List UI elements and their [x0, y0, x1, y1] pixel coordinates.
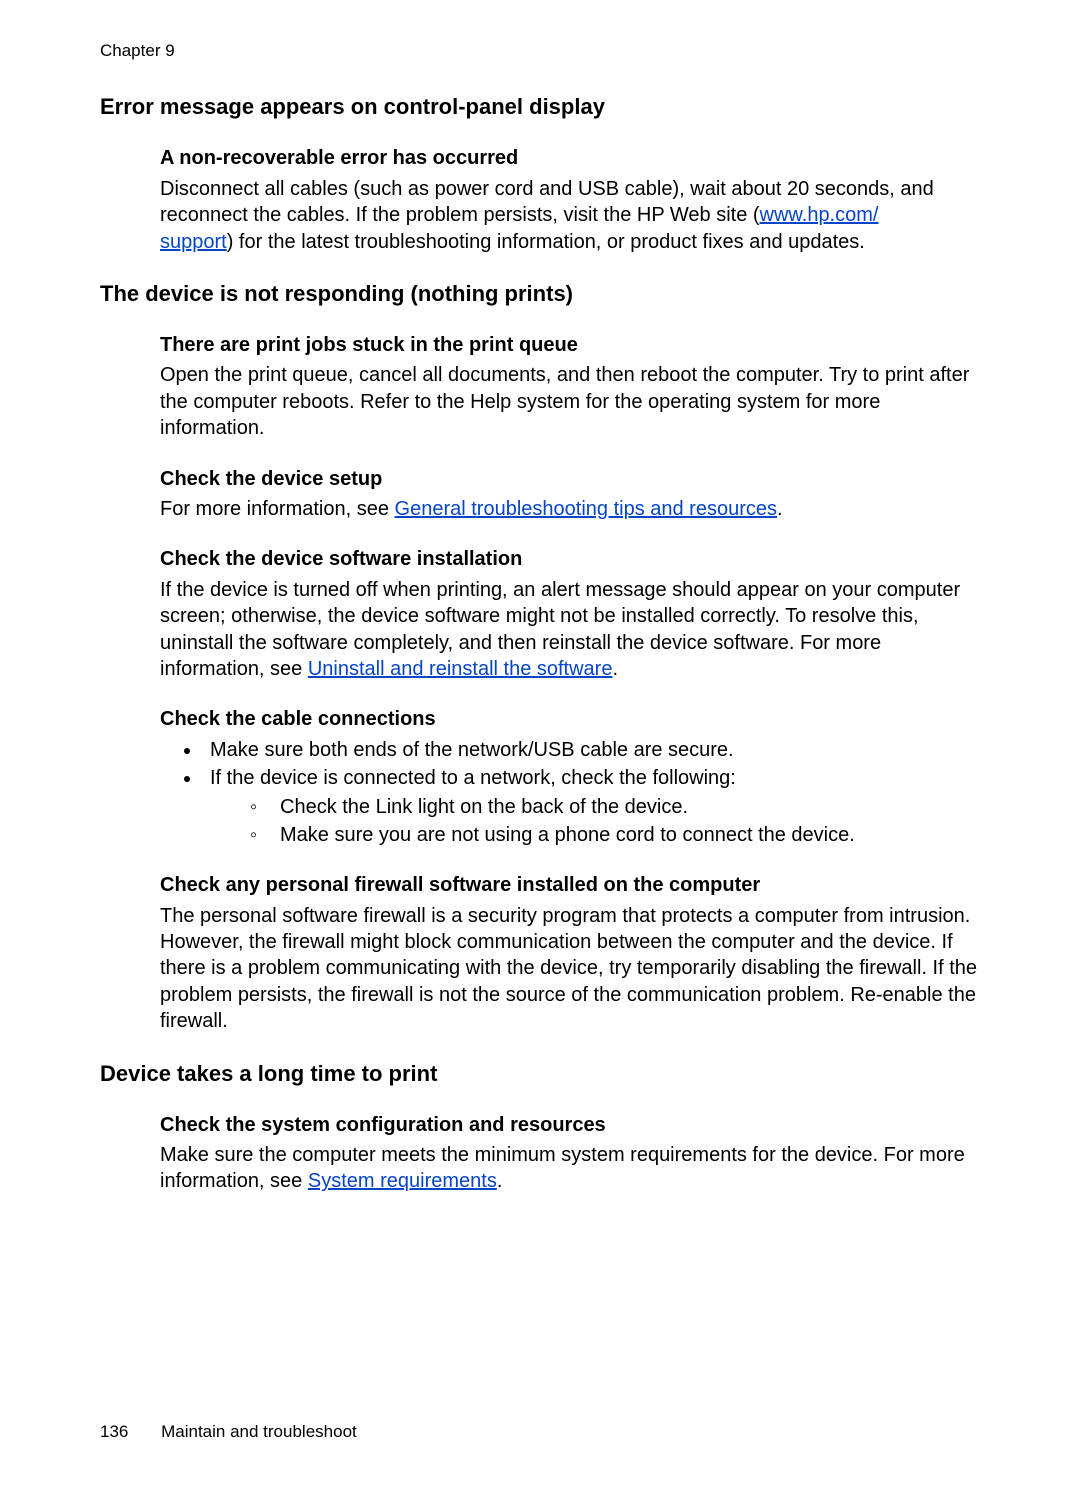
sub-heading: Check the cable connections	[160, 706, 980, 732]
text: .	[497, 1170, 503, 1192]
text: For more information, see	[160, 498, 395, 520]
sub-heading: Check the device setup	[160, 466, 980, 492]
list-item: If the device is connected to a network,…	[202, 765, 980, 848]
list-item: Make sure both ends of the network/USB c…	[202, 737, 980, 763]
chapter-label: Chapter 9	[100, 40, 980, 62]
text: If the device is connected to a network,…	[210, 767, 736, 789]
paragraph: For more information, see General troubl…	[160, 496, 980, 522]
section-heading-not-responding: The device is not responding (nothing pr…	[100, 279, 980, 308]
link-general-troubleshooting[interactable]: General troubleshooting tips and resourc…	[395, 498, 777, 520]
section-block: Check the system configuration and resou…	[160, 1112, 980, 1195]
section-block: There are print jobs stuck in the print …	[160, 332, 980, 1035]
list-item: Check the Link light on the back of the …	[250, 794, 980, 820]
page-number: 136	[100, 1421, 128, 1443]
sub-heading: Check the device software installation	[160, 546, 980, 572]
link-system-requirements[interactable]: System requirements	[308, 1170, 497, 1192]
bullet-list: Make sure both ends of the network/USB c…	[160, 737, 980, 849]
sub-bullet-list: Check the Link light on the back of the …	[210, 794, 980, 849]
sub-heading: There are print jobs stuck in the print …	[160, 332, 980, 358]
list-item: Make sure you are not using a phone cord…	[250, 822, 980, 848]
link-uninstall-reinstall[interactable]: Uninstall and reinstall the software	[308, 658, 613, 680]
text: .	[777, 498, 783, 520]
sub-heading: Check the system configuration and resou…	[160, 1112, 980, 1138]
paragraph: Disconnect all cables (such as power cor…	[160, 176, 980, 255]
sub-heading: Check any personal firewall software ins…	[160, 872, 980, 898]
paragraph: If the device is turned off when printin…	[160, 577, 980, 683]
footer-title: Maintain and troubleshoot	[161, 1422, 357, 1441]
section-block: A non-recoverable error has occurred Dis…	[160, 145, 980, 255]
sub-heading: A non-recoverable error has occurred	[160, 145, 980, 171]
section-heading-long-time: Device takes a long time to print	[100, 1059, 980, 1088]
paragraph: The personal software firewall is a secu…	[160, 903, 980, 1035]
paragraph: Open the print queue, cancel all documen…	[160, 362, 980, 441]
paragraph: Make sure the computer meets the minimum…	[160, 1142, 980, 1195]
text: Make sure the computer meets the minimum…	[160, 1144, 965, 1192]
text: ) for the latest troubleshooting informa…	[227, 231, 865, 253]
page-footer: 136 Maintain and troubleshoot	[100, 1421, 357, 1443]
section-heading-error-message: Error message appears on control-panel d…	[100, 92, 980, 121]
text: .	[612, 658, 618, 680]
page-container: Chapter 9 Error message appears on contr…	[0, 0, 1080, 1495]
